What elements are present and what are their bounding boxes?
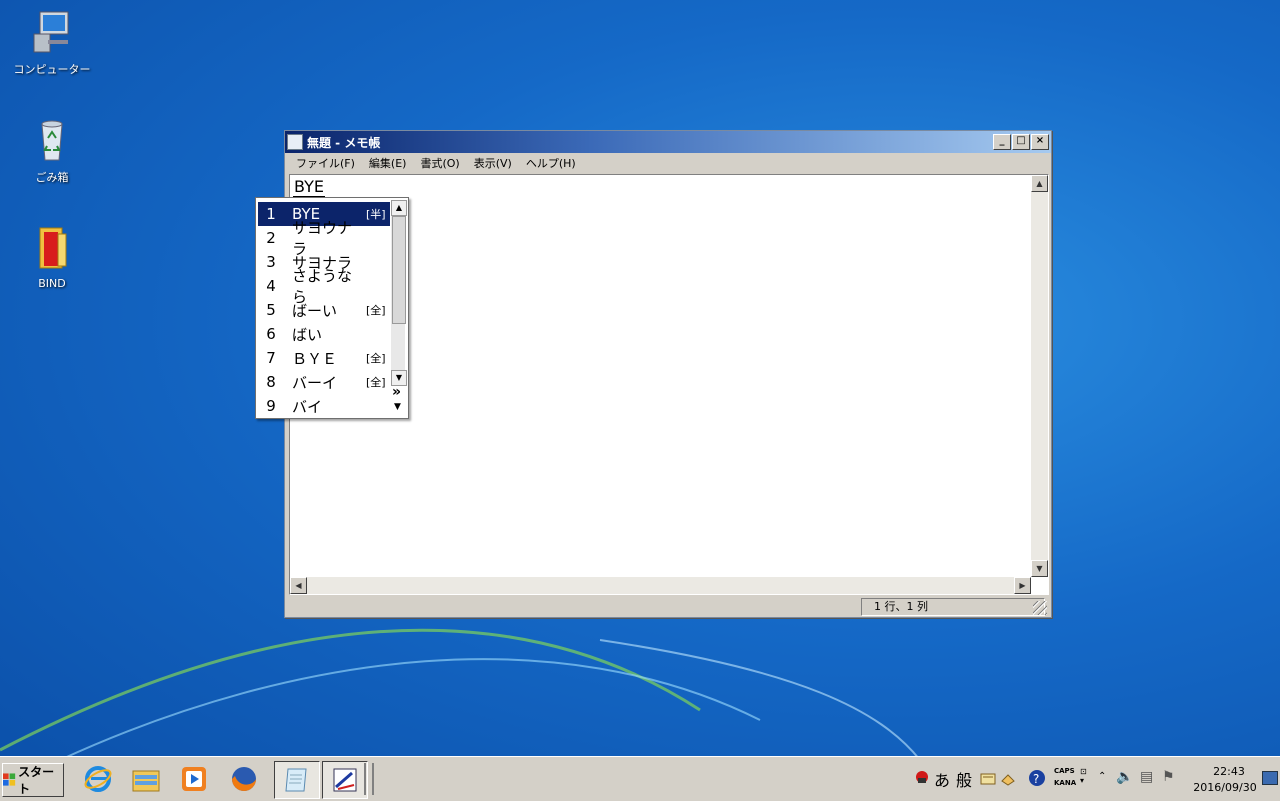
caps-indicator: CAPS xyxy=(1054,767,1075,775)
candidate-item[interactable]: 8 バーイ [全] xyxy=(258,370,390,394)
firefox-icon xyxy=(232,767,256,791)
candidate-item[interactable]: 4 さようなら xyxy=(258,267,390,306)
candidate-number: 4 xyxy=(266,277,276,295)
ime-toolbar: あ 般 xyxy=(912,757,1022,801)
cursor-position: 1 行、1 列 xyxy=(861,598,1045,616)
status-bar: 1 行、1 列 xyxy=(287,597,1047,616)
candidate-scroll-thumb[interactable] xyxy=(392,216,406,324)
taskbar-notepad[interactable] xyxy=(274,761,320,799)
svg-text:?: ? xyxy=(1033,772,1039,786)
scroll-up-button[interactable]: ▲ xyxy=(1031,175,1048,192)
candidate-word: ＢＹＥ xyxy=(292,349,338,368)
candidate-number: 6 xyxy=(266,325,276,343)
scroll-right-button[interactable]: ▶ xyxy=(1014,577,1031,594)
show-hidden-icons-button[interactable]: ⌃ xyxy=(1098,771,1106,782)
notepad-icon xyxy=(287,134,303,150)
candidate-tag: [全] xyxy=(366,304,386,317)
ime-language-icon[interactable] xyxy=(914,769,930,785)
network-icon[interactable]: ▤ xyxy=(1140,769,1153,785)
editor-text: BYE xyxy=(293,177,325,197)
candidate-tag: [全] xyxy=(366,376,386,389)
taskbar-firefox[interactable] xyxy=(222,761,266,797)
internet-explorer-icon xyxy=(84,766,112,792)
recycle-bin-icon xyxy=(41,120,63,161)
scroll-down-button[interactable]: ▼ xyxy=(1031,560,1048,577)
candidate-number: 5 xyxy=(266,301,276,319)
ime-candidate-list: 1 BYE [半] 2 サヨウナラ 3 サヨナラ 4 さようなら 5 ばーい [… xyxy=(255,197,409,419)
candidate-number: 7 xyxy=(266,349,276,367)
menu-view[interactable]: 表示(V) xyxy=(467,155,519,171)
desktop-icon-label: ごみ箱 xyxy=(35,171,69,184)
candidate-number: 8 xyxy=(266,373,276,391)
menu-format[interactable]: 書式(O) xyxy=(413,155,466,171)
taskbar-divider xyxy=(364,763,374,795)
clock-time[interactable]: 22:43 xyxy=(1196,765,1262,778)
menu-edit[interactable]: 編集(E) xyxy=(362,155,414,171)
candidate-number: 9 xyxy=(266,397,276,415)
candidate-number: 3 xyxy=(266,253,276,271)
horizontal-scrollbar[interactable]: ◀ ▶ xyxy=(290,577,1031,594)
start-button[interactable]: スタート xyxy=(2,763,64,797)
desktop-icon-recycle-bin[interactable]: ごみ箱 xyxy=(12,118,92,185)
candidate-item[interactable]: 7 ＢＹＥ [全] xyxy=(258,346,390,370)
close-button[interactable]: × xyxy=(1031,134,1049,150)
clock-date[interactable]: 2016/09/30 xyxy=(1188,781,1262,794)
candidate-word: ばーい xyxy=(292,301,338,320)
ime-tool-icon xyxy=(333,768,357,792)
resize-grip[interactable] xyxy=(1033,601,1047,615)
candidate-tag: [全] xyxy=(366,352,386,365)
computer-icon xyxy=(33,11,69,53)
windows-logo-icon xyxy=(3,773,16,786)
menu-file[interactable]: ファイル(F) xyxy=(289,155,362,171)
minimize-button[interactable]: _ xyxy=(993,134,1011,150)
action-center-flag-icon[interactable]: ⚑ xyxy=(1162,769,1175,785)
scroll-left-button[interactable]: ◀ xyxy=(290,577,307,594)
candidate-page-down-icon[interactable]: ▼ xyxy=(394,402,401,412)
help-icon[interactable]: ? xyxy=(1028,769,1046,787)
candidate-tag: [半] xyxy=(366,208,386,221)
candidate-item[interactable]: 2 サヨウナラ xyxy=(258,219,390,258)
notepad-icon xyxy=(285,768,307,792)
ime-tools-icon[interactable] xyxy=(1000,771,1016,787)
ime-conversion-mode[interactable]: 般 xyxy=(956,767,972,791)
file-explorer-icon xyxy=(132,770,160,792)
window-title: 無題 - メモ帳 xyxy=(307,135,381,150)
candidate-scrollbar[interactable]: ▲ ▼ xyxy=(391,200,407,386)
candidate-number: 2 xyxy=(266,229,276,247)
ime-input-mode[interactable]: あ xyxy=(934,767,950,791)
candidate-item[interactable]: 9 バイ xyxy=(258,394,390,418)
candidate-expand-button[interactable]: » xyxy=(392,384,401,400)
desktop-icon-label: BIND xyxy=(38,277,66,290)
desktop-icon-label: コンピューター xyxy=(13,63,91,76)
taskbar-app[interactable] xyxy=(322,761,368,799)
media-player-icon xyxy=(182,767,206,791)
volume-icon[interactable]: 🔈 xyxy=(1116,769,1133,785)
candidate-item[interactable]: 6 ばい xyxy=(258,322,390,346)
candidate-scroll-up-button[interactable]: ▲ xyxy=(391,200,407,216)
maximize-button[interactable]: □ xyxy=(1012,134,1030,150)
taskbar-ie[interactable] xyxy=(76,761,120,797)
title-bar[interactable]: 無題 - メモ帳 _ □ × xyxy=(285,131,1051,153)
menu-bar: ファイル(F) 編集(E) 書式(O) 表示(V) ヘルプ(H) xyxy=(285,153,1051,173)
ime-options-arrow-icon[interactable]: ⊡ ▾ xyxy=(1080,767,1087,785)
candidate-word: ばい xyxy=(292,325,323,344)
folder-icon xyxy=(39,227,67,269)
candidate-item[interactable]: 5 ばーい [全] xyxy=(258,298,390,322)
candidate-word: バーイ xyxy=(292,373,338,392)
desktop-icon-bind[interactable]: BIND xyxy=(12,226,92,290)
show-desktop-button[interactable] xyxy=(1262,771,1278,785)
taskbar-media-player[interactable] xyxy=(172,761,216,797)
candidate-word: バイ xyxy=(292,397,323,416)
ime-pad-icon[interactable] xyxy=(980,771,996,787)
candidate-number: 1 xyxy=(266,205,276,223)
vertical-scrollbar[interactable]: ▲ ▼ xyxy=(1031,175,1048,577)
kana-indicator: KANA xyxy=(1054,779,1077,787)
taskbar-explorer[interactable] xyxy=(124,761,168,797)
desktop-icon-computer[interactable]: コンピューター xyxy=(12,10,92,77)
taskbar: スタート あ 般 ? CAPS KANA ⊡ ▾ ⌃ 🔈 ▤ ⚑ 22:43 2… xyxy=(0,756,1280,801)
start-label: スタート xyxy=(18,765,55,796)
menu-help[interactable]: ヘルプ(H) xyxy=(519,155,583,171)
